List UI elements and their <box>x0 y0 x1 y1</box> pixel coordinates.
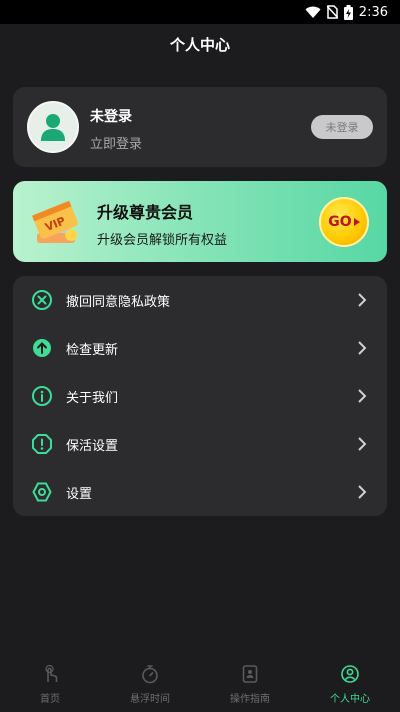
menu-item-revoke-privacy[interactable]: 撤回同意隐私政策 <box>13 276 387 324</box>
menu-item-label: 检查更新 <box>66 342 119 358</box>
tap-hand-icon <box>45 664 58 682</box>
tab-label: 个人中心 <box>330 694 370 705</box>
person-circle-icon <box>341 665 359 683</box>
tab-floating-time[interactable]: 悬浮时间 <box>100 656 200 712</box>
play-arrow-icon <box>353 218 360 226</box>
vip-upgrade-banner[interactable]: VIP 升级尊贵会员 升级会员解锁所有权益 GO <box>13 181 387 262</box>
settings-menu: 撤回同意隐私政策 检查更新 关于我们 保活设置 设置 <box>13 276 387 516</box>
profile-name: 未登录 <box>90 109 132 125</box>
vip-subtitle: 升级会员解锁所有权益 <box>97 233 228 248</box>
stopwatch-icon <box>142 665 158 684</box>
tab-label: 悬浮时间 <box>130 694 170 705</box>
arrow-up-circle-icon <box>33 339 51 357</box>
status-time: 2:36 <box>358 4 388 20</box>
no-sim-icon <box>326 5 338 19</box>
menu-item-check-update[interactable]: 检查更新 <box>13 324 387 372</box>
go-button[interactable]: GO <box>319 197 369 247</box>
tab-guide[interactable]: 操作指南 <box>200 656 300 712</box>
guide-book-icon <box>242 665 258 683</box>
bottom-tab-bar: 首页 悬浮时间 操作指南 个人中心 <box>0 656 400 712</box>
status-bar: 2:36 <box>0 0 400 24</box>
login-status-button[interactable]: 未登录 <box>311 115 373 139</box>
vip-card-icon: VIP <box>32 200 78 243</box>
wifi-icon <box>305 6 321 18</box>
menu-item-label: 设置 <box>66 486 93 502</box>
chevron-right-icon <box>358 341 367 355</box>
battery-charging-icon <box>343 4 353 20</box>
chevron-right-icon <box>358 437 367 451</box>
chevron-right-icon <box>358 389 367 403</box>
vip-title: 升级尊贵会员 <box>97 203 194 222</box>
info-circle-icon <box>32 386 52 406</box>
alert-octagon-icon <box>32 434 52 454</box>
chevron-right-icon <box>358 293 367 307</box>
gear-icon <box>32 482 52 502</box>
login-now-link[interactable]: 立即登录 <box>90 133 142 152</box>
tab-label: 首页 <box>40 694 60 705</box>
chevron-right-icon <box>358 485 367 499</box>
user-avatar-icon <box>41 114 65 141</box>
menu-item-label: 关于我们 <box>66 390 119 406</box>
menu-item-about-us[interactable]: 关于我们 <box>13 372 387 420</box>
avatar[interactable] <box>27 101 79 153</box>
menu-item-label: 撤回同意隐私政策 <box>66 294 171 310</box>
menu-item-label: 保活设置 <box>66 438 119 454</box>
tab-label: 操作指南 <box>230 694 270 705</box>
menu-item-keepalive-settings[interactable]: 保活设置 <box>13 420 387 468</box>
page-title: 个人中心 <box>169 36 230 54</box>
tab-home[interactable]: 首页 <box>0 656 100 712</box>
tab-profile[interactable]: 个人中心 <box>300 656 400 712</box>
x-circle-icon <box>32 290 52 310</box>
menu-item-settings[interactable]: 设置 <box>13 468 387 516</box>
profile-card[interactable]: 未登录 立即登录 未登录 <box>13 87 387 167</box>
go-label: GO <box>328 214 352 230</box>
